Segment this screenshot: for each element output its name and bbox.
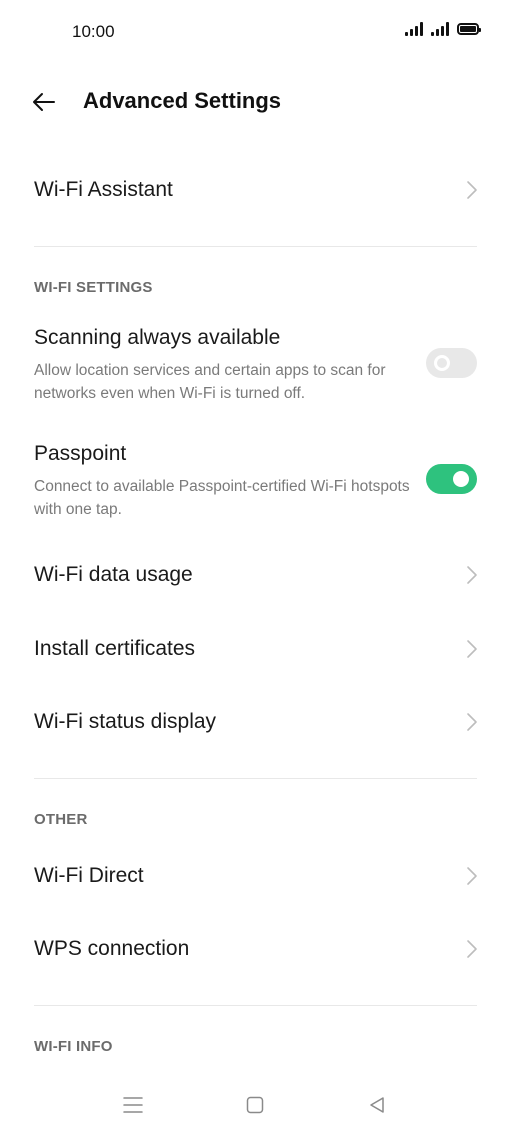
status-time: 10:00 xyxy=(72,22,115,41)
wifi-data-usage-label: Wi-Fi data usage xyxy=(34,563,193,586)
toggle-knob xyxy=(453,471,469,487)
menu-icon xyxy=(123,1097,143,1113)
wifi-data-usage-row[interactable]: Wi-Fi data usage xyxy=(0,545,511,605)
signal-icon xyxy=(431,22,449,36)
scanning-always-available-row[interactable]: Scanning always available Allow location… xyxy=(0,320,511,412)
section-header-other: OTHER xyxy=(34,811,88,828)
chevron-right-icon xyxy=(465,178,479,202)
status-icons xyxy=(405,22,481,36)
install-certificates-label: Install certificates xyxy=(34,637,196,660)
wifi-direct-row[interactable]: Wi-Fi Direct xyxy=(0,846,511,906)
nav-home-button[interactable] xyxy=(235,1090,275,1120)
home-icon xyxy=(246,1096,264,1114)
chevron-right-icon xyxy=(465,864,479,888)
chevron-right-icon xyxy=(465,637,479,661)
passpoint-toggle[interactable] xyxy=(426,464,477,494)
page-title: Advanced Settings xyxy=(83,88,282,113)
wifi-assistant-row[interactable]: Wi-Fi Assistant xyxy=(0,160,511,220)
passpoint-description: Connect to available Passpoint-certified… xyxy=(34,478,410,518)
wps-connection-row[interactable]: WPS connection xyxy=(0,919,511,979)
passpoint-title: Passpoint xyxy=(34,442,127,465)
chevron-right-icon xyxy=(465,937,479,961)
divider xyxy=(34,778,477,779)
chevron-right-icon xyxy=(465,563,479,587)
back-button[interactable] xyxy=(26,84,62,120)
scanning-toggle[interactable] xyxy=(426,348,477,378)
nav-back-button[interactable] xyxy=(357,1090,397,1120)
back-triangle-icon xyxy=(370,1097,384,1113)
install-certificates-row[interactable]: Install certificates xyxy=(0,619,511,679)
divider xyxy=(34,1005,477,1006)
scanning-title: Scanning always available xyxy=(34,326,281,349)
battery-icon xyxy=(457,23,481,35)
divider xyxy=(34,246,477,247)
passpoint-row[interactable]: Passpoint Connect to available Passpoint… xyxy=(0,436,511,528)
wifi-status-display-label: Wi-Fi status display xyxy=(34,710,217,733)
back-arrow-icon xyxy=(33,93,55,111)
scanning-description: Allow location services and certain apps… xyxy=(34,362,386,402)
wifi-status-display-row[interactable]: Wi-Fi status display xyxy=(0,692,511,752)
wps-connection-label: WPS connection xyxy=(34,937,190,960)
section-header-wifi-settings: WI-FI SETTINGS xyxy=(34,279,153,296)
wifi-direct-label: Wi-Fi Direct xyxy=(34,864,144,887)
chevron-right-icon xyxy=(465,710,479,734)
wifi-assistant-label: Wi-Fi Assistant xyxy=(34,178,173,201)
app-header: Advanced Settings xyxy=(0,72,511,132)
nav-menu-button[interactable] xyxy=(113,1090,153,1120)
signal-icon xyxy=(405,22,423,36)
section-header-wifi-info: WI-FI INFO xyxy=(34,1038,113,1055)
system-nav-bar xyxy=(0,1080,511,1136)
toggle-knob xyxy=(434,355,450,371)
status-bar: 10:00 xyxy=(0,0,511,64)
